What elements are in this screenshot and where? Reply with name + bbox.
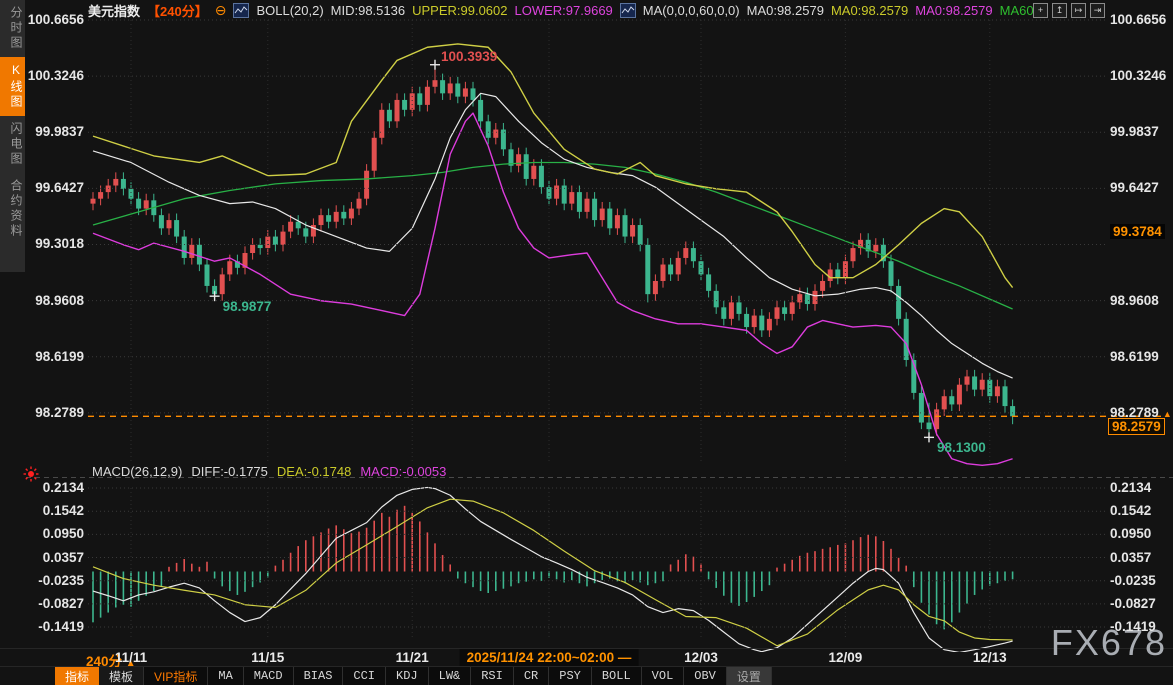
alert-dot-icon[interactable] [23,466,39,487]
time-axis: 240分 ▲ 2025/11/24 22:00~02:00 — 11/1111/… [0,649,1173,667]
price-chart-canvas[interactable] [0,0,1173,685]
fit-horizontal-icon[interactable]: ↦ [1071,3,1086,18]
toolbar-tab-设置[interactable]: 设置 [727,667,772,685]
boll-indicator-icon[interactable] [233,3,249,18]
macd-name: MACD(26,12,9) [92,464,182,479]
toolbar-tab-LW&[interactable]: LW& [429,667,472,685]
toolbar-tab-VOL[interactable]: VOL [642,667,685,685]
toolbar-tab-MACD[interactable]: MACD [244,667,294,685]
macd-axis-label-right: -0.0827 [1110,596,1156,611]
toolbar-tab-指标[interactable]: 指标 [55,667,99,685]
time-tick-label: 11/15 [251,650,284,665]
toolbar-tab-KDJ[interactable]: KDJ [386,667,429,685]
macd-axis-label-left: 0.2134 [0,480,84,495]
ma0-yellow-value: MA0:98.2579 [831,3,908,18]
time-tick-label: 11/11 [115,650,147,665]
price-axis-badge-right: 99.3784 [1110,224,1165,239]
macd-dea-value: DEA:-0.1748 [277,464,351,479]
ma0-white-value: MA0:98.2579 [747,3,824,18]
macd-axis-label-left: -0.0235 [0,573,84,588]
price-axis-label-left: 98.2789 [0,405,84,420]
current-price-badge: 98.2579 [1108,418,1165,435]
time-tick-label: 11/21 [396,650,429,665]
macd-axis-label-left: -0.0827 [0,596,84,611]
ma0-magenta-value: MA0:98.2579 [915,3,992,18]
symbol-title: 美元指数 [88,1,140,20]
time-tick-label: 12/13 [973,650,1007,665]
time-tick-label: 12/03 [684,650,718,665]
macd-axis-label-right: 0.2134 [1110,480,1151,495]
price-axis-label-right: 100.3246 [1110,68,1166,83]
boll-lower-value: LOWER:97.9669 [515,3,613,18]
macd-diff-value: DIFF:-0.1775 [191,464,268,479]
chart-tools: + ↥ ↦ ⇥ [1033,3,1105,18]
pop-out-icon[interactable]: ⇥ [1090,3,1105,18]
fit-vertical-icon[interactable]: ↥ [1052,3,1067,18]
price-axis-label-right: 100.6656 [1110,12,1166,27]
macd-axis-label-left: -0.1419 [0,619,84,634]
boll-name: BOLL(20,2) [256,3,323,18]
ma-name: MA(0,0,0,60,0,0) [643,3,740,18]
trading-app-window: 分时图K线图闪电图合约资料 美元指数 【240分】 ⊖ BOLL(20,2) M… [0,0,1173,685]
price-axis-label-right: 98.9608 [1110,293,1159,308]
price-axis-label-right: 99.6427 [1110,180,1159,195]
macd-axis-label-right: 0.1542 [1110,503,1151,518]
macd-axis-label-left: 0.0950 [0,526,84,541]
price-annotation: 100.3939 [441,49,497,64]
price-annotation: 98.1300 [937,440,986,455]
price-axis-label-right: 99.9837 [1110,124,1159,139]
toolbar-tab-CR[interactable]: CR [514,667,549,685]
boll-mid-value: MID:98.5136 [331,3,405,18]
selected-candle-time: 2025/11/24 22:00~02:00 — [460,649,639,666]
toolbar-tab-RSI[interactable]: RSI [471,667,514,685]
toolbar-tab-BIAS[interactable]: BIAS [294,667,344,685]
toolbar-tab-MA[interactable]: MA [208,667,243,685]
toolbar-tab-OBV[interactable]: OBV [684,667,727,685]
indicator-legend-bar: 美元指数 【240分】 ⊖ BOLL(20,2) MID:98.5136 UPP… [88,2,1044,18]
toolbar-tab-BOLL[interactable]: BOLL [592,667,642,685]
macd-axis-label-right: -0.1419 [1110,619,1156,634]
price-axis-label-right: 98.6199 [1110,349,1159,364]
boll-upper-value: UPPER:99.0602 [412,3,507,18]
toolbar-tab-模板[interactable]: 模板 [99,667,144,685]
time-tick-label: 12/09 [828,650,862,665]
toolbar-tab-CCI[interactable]: CCI [343,667,386,685]
chart-type-sidebar: 分时图K线图闪电图合约资料 [0,0,25,272]
macd-macd-value: MACD:-0.0053 [360,464,446,479]
period-label: 【240分】 [147,1,208,20]
crosshair-icon[interactable]: + [1033,3,1048,18]
sidebar-item-chart-type[interactable]: 合约资料 [0,173,25,245]
sidebar-item-chart-type[interactable]: 分时图 [0,0,25,57]
sidebar-item-active[interactable]: K线图 [0,57,25,116]
macd-axis-label-right: 0.0357 [1110,550,1151,565]
sidebar-item-chart-type[interactable]: 闪电图 [0,116,25,173]
macd-axis-label-right: -0.0235 [1110,573,1156,588]
macd-axis-label-right: 0.0950 [1110,526,1151,541]
price-annotation: 98.9877 [223,299,272,314]
indicator-toolbar: 指标模板VIP指标MAMACDBIASCCIKDJLW&RSICRPSYBOLL… [55,667,772,685]
macd-axis-label-left: 0.0357 [0,550,84,565]
ma-indicator-icon[interactable] [620,3,636,18]
macd-axis-label-left: 0.1542 [0,503,84,518]
price-axis-label-left: 98.6199 [0,349,84,364]
toolbar-tab-PSY[interactable]: PSY [549,667,592,685]
price-axis-label-left: 98.9608 [0,293,84,308]
macd-legend: MACD(26,12,9) DIFF:-0.1775 DEA:-0.1748 M… [92,464,446,479]
zoom-out-icon[interactable]: ⊖ [215,4,227,16]
toolbar-tab-VIP指标[interactable]: VIP指标 [144,667,208,685]
